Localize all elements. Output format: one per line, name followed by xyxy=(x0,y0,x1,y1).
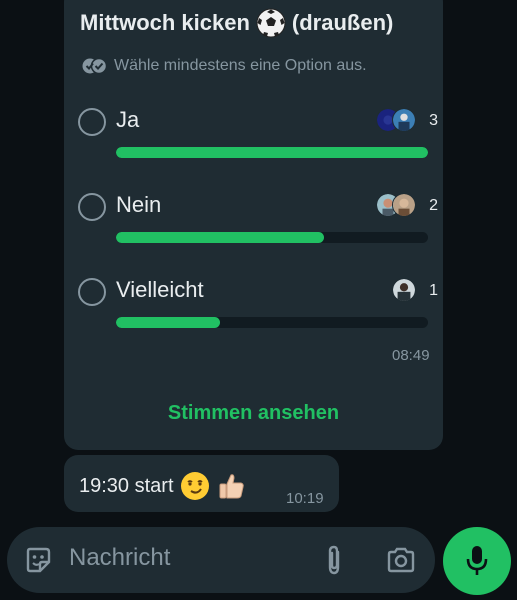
avatar xyxy=(392,278,416,302)
message-placeholder: Nachricht xyxy=(69,544,171,571)
soccer-ball-icon xyxy=(256,8,286,38)
vote-progress-bar xyxy=(116,317,220,328)
camera-icon[interactable] xyxy=(386,546,416,574)
poll-title-suffix: (draußen) xyxy=(291,10,394,35)
voice-message-button[interactable] xyxy=(443,527,511,595)
vote-progress-track xyxy=(116,147,428,158)
vote-count: 1 xyxy=(429,282,438,299)
option-label: Nein xyxy=(116,192,162,217)
poll-option-vielleicht[interactable]: Vielleicht 1 xyxy=(78,277,438,348)
poll-title: Mittwoch kicken (draußen) xyxy=(80,8,393,38)
message-text: 19:30 start xyxy=(79,471,246,501)
message-timestamp: 10:19 xyxy=(286,490,324,507)
avatar xyxy=(392,108,416,132)
poll-timestamp: 08:49 xyxy=(392,347,430,364)
paperclip-icon[interactable] xyxy=(322,544,346,576)
vote-progress-track xyxy=(116,317,428,328)
vote-progress-bar xyxy=(116,147,428,158)
vote-count: 2 xyxy=(429,197,438,214)
voter-avatars xyxy=(376,108,416,132)
poll-hint: Wähle mindestens eine Option aus. xyxy=(82,57,367,75)
radio-button[interactable] xyxy=(78,108,106,136)
message-body: 19:30 start xyxy=(79,474,174,497)
vote-progress-bar xyxy=(116,232,325,243)
poll-option-nein[interactable]: Nein 2 xyxy=(78,192,438,263)
vote-count: 3 xyxy=(429,112,438,129)
avatar xyxy=(392,193,416,217)
poll-hint-text: Wähle mindestens eine Option aus. xyxy=(114,57,367,74)
voter-avatars xyxy=(392,278,416,302)
poll-title-text: Mittwoch kicken xyxy=(80,10,250,35)
poll-option-ja[interactable]: Ja 3 xyxy=(78,107,438,178)
microphone-icon xyxy=(466,546,488,575)
radio-button[interactable] xyxy=(78,278,106,306)
thumbs-up-icon xyxy=(219,474,244,499)
voter-avatars xyxy=(376,193,416,217)
view-votes-button[interactable]: Stimmen ansehen xyxy=(64,402,443,425)
double-check-icon xyxy=(82,57,108,75)
option-label: Vielleicht xyxy=(116,277,204,302)
vote-progress-track xyxy=(116,232,428,243)
smirking-face-icon xyxy=(180,472,209,500)
radio-button[interactable] xyxy=(78,193,106,221)
option-label: Ja xyxy=(116,107,140,132)
sticker-icon[interactable] xyxy=(24,546,52,574)
